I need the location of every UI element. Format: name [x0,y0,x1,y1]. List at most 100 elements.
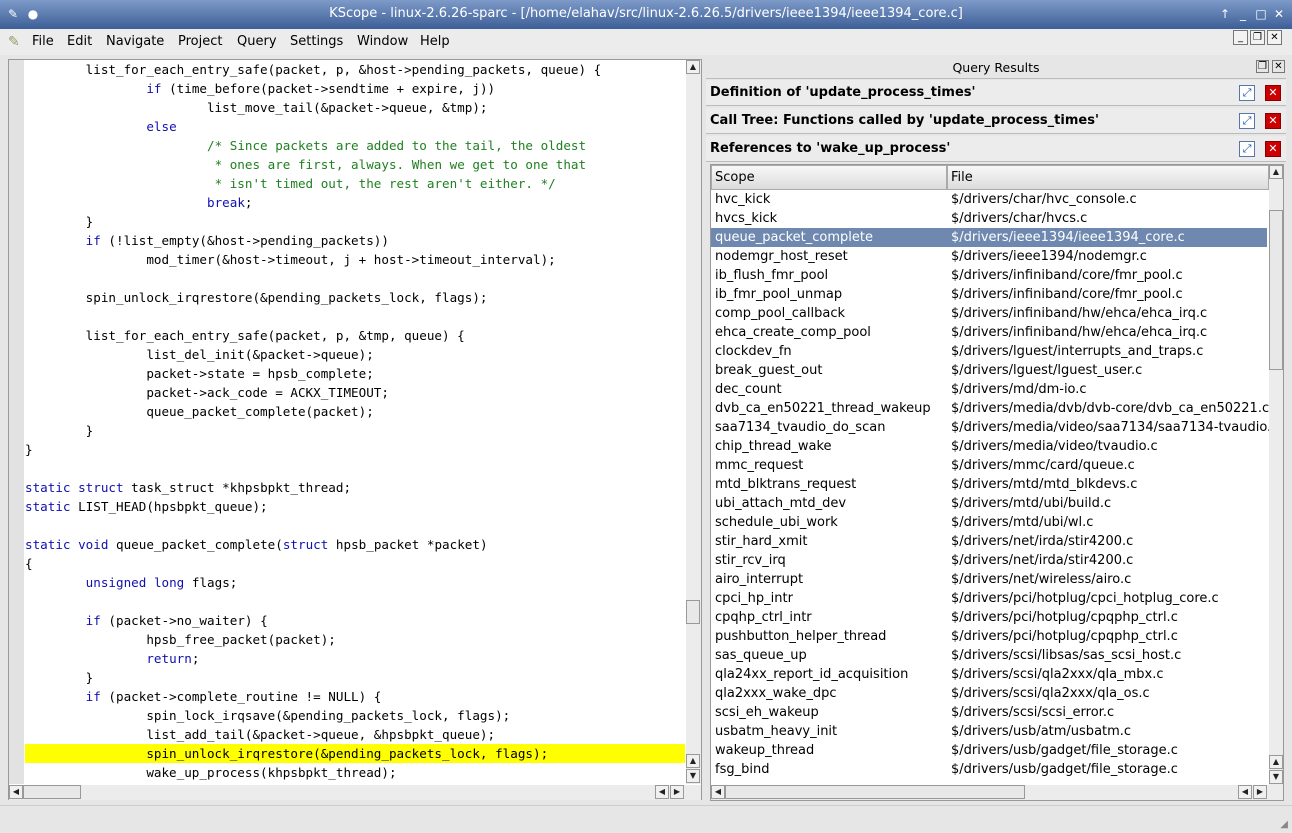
maximize-icon[interactable]: ⤢ [1239,113,1255,129]
code-line[interactable]: break; [25,193,685,212]
table-row[interactable]: comp_pool_callback $/drivers/infiniband/h… [711,304,1267,323]
mdi-close-icon[interactable]: ✕ [1267,30,1282,45]
table-row[interactable]: mmc_request $/drivers/mmc/card/queue.c [711,456,1267,475]
query-panel-references[interactable]: References to 'wake_up_process' ⤢ ✕ [706,136,1286,162]
resize-grip-icon[interactable]: ◢ [1280,819,1288,830]
mdi-minimize-icon[interactable]: _ [1233,30,1248,45]
editor-vscroll-thumb[interactable] [686,600,700,624]
code-line[interactable]: } [25,421,685,440]
code-line[interactable]: list_for_each_entry_safe(packet, p, &hos… [25,60,685,79]
menu-navigate[interactable]: Navigate [106,34,164,49]
code-line[interactable]: hpsb_free_packet(packet); [25,630,685,649]
scroll-up-icon[interactable]: ▲ [1269,755,1283,769]
table-row[interactable]: schedule_ubi_work $/drivers/mtd/ubi/wl.c [711,513,1267,532]
code-line[interactable]: else [25,117,685,136]
table-row[interactable]: dvb_ca_en50221_thread_wakeup $/drivers/me… [711,399,1269,418]
table-row[interactable]: queue_packet_complete $/drivers/ieee1394/… [711,228,1267,247]
code-line[interactable]: list_move_tail(&packet->queue, &tmp); [25,98,685,117]
table-row[interactable]: ehca_create_comp_pool $/drivers/infiniban… [711,323,1267,342]
menu-help[interactable]: Help [420,34,450,49]
table-row[interactable]: stir_rcv_irq $/drivers/net/irda/stir4200.… [711,551,1267,570]
code-line[interactable]: spin_unlock_irqrestore(&pending_packets_… [25,288,685,307]
close-icon[interactable]: ✕ [1265,85,1281,101]
table-row[interactable]: qla2xxx_wake_dpc $/drivers/scsi/qla2xxx/q… [711,684,1267,703]
code-line[interactable]: { [25,554,685,573]
results-vscroll-thumb[interactable] [1269,210,1283,370]
code-line[interactable]: packet->ack_code = ACKX_TIMEOUT; [25,383,685,402]
table-row[interactable]: mtd_blktrans_request $/drivers/mtd/mtd_bl… [711,475,1267,494]
minimize-icon[interactable]: _ [1236,7,1250,21]
close-icon[interactable]: ✕ [1265,113,1281,129]
column-header-file[interactable]: File [947,165,1269,190]
table-row[interactable]: saa7134_tvaudio_do_scan $/drivers/media/v… [711,418,1278,437]
scroll-up-icon[interactable]: ▲ [686,60,700,74]
code-line[interactable]: if (packet->complete_routine != NULL) { [25,687,685,706]
code-line[interactable]: * ones are first, always. When we get to… [25,155,685,174]
editor-hscroll-thumb[interactable] [23,785,81,799]
code-line[interactable]: wake_up_process(khpsbpkt_thread); [25,763,685,782]
code-editor[interactable]: list_for_each_entry_safe(packet, p, &hos… [8,59,702,800]
scroll-down-icon[interactable]: ▼ [1269,770,1283,784]
close-icon[interactable]: ✕ [1265,141,1281,157]
code-line[interactable]: list_for_each_entry_safe(packet, p, &tmp… [25,326,685,345]
table-row[interactable]: stir_hard_xmit $/drivers/net/irda/stir420… [711,532,1267,551]
scroll-left-icon[interactable]: ◀ [9,785,23,799]
code-line[interactable] [25,269,685,288]
menu-window[interactable]: Window [357,34,408,49]
code-line[interactable]: packet->state = hpsb_complete; [25,364,685,383]
code-line[interactable]: if (!list_empty(&host->pending_packets)) [25,231,685,250]
results-vertical-scrollbar[interactable]: ▲ ▲ ▼ [1269,165,1283,785]
results-hscroll-thumb[interactable] [725,785,1025,799]
code-line[interactable]: static void queue_packet_complete(struct… [25,535,685,554]
code-line[interactable]: /* Since packets are added to the tail, … [25,136,685,155]
menu-edit[interactable]: Edit [67,34,92,49]
code-line[interactable]: * isn't timed out, the rest aren't eithe… [25,174,685,193]
code-line[interactable]: list_del_init(&packet->queue); [25,345,685,364]
results-horizontal-scrollbar[interactable]: ◀ ◀ ▶ [711,785,1283,800]
code-line[interactable]: spin_lock_irqsave(&pending_packets_lock,… [25,706,685,725]
close-pane-icon[interactable]: ✕ [1272,60,1285,73]
code-line[interactable] [25,459,685,478]
scroll-down-icon[interactable]: ▼ [686,769,700,783]
query-panel-definition[interactable]: Definition of 'update_process_times' ⤢ ✕ [706,80,1286,106]
scroll-up-icon[interactable]: ▲ [1269,165,1283,179]
code-lines[interactable]: list_for_each_entry_safe(packet, p, &hos… [25,60,685,784]
maximize-icon[interactable]: ⤢ [1239,85,1255,101]
menu-query[interactable]: Query [237,34,277,49]
code-line[interactable]: } [25,668,685,687]
table-row[interactable]: nodemgr_host_reset $/drivers/ieee1394/nod… [711,247,1267,266]
table-row[interactable]: hvcs_kick $/drivers/char/hvcs.c [711,209,1267,228]
scroll-left-icon[interactable]: ◀ [1238,785,1252,799]
scroll-left-icon[interactable]: ◀ [711,785,725,799]
code-line[interactable]: return; [25,649,685,668]
table-row[interactable]: airo_interrupt $/drivers/net/wireless/air… [711,570,1267,589]
table-row[interactable]: pushbutton_helper_thread $/drivers/pci/ho… [711,627,1267,646]
table-row[interactable]: wakeup_thread $/drivers/usb/gadget/file_s… [711,741,1267,760]
scroll-up-icon[interactable]: ▲ [686,754,700,768]
code-line[interactable]: } [25,212,685,231]
table-row[interactable]: dec_count $/drivers/md/dm-io.c [711,380,1267,399]
scroll-right-icon[interactable]: ▶ [1253,785,1267,799]
title-bar[interactable]: ✎ ● KScope - linux-2.6.26-sparc - [/home… [0,0,1292,29]
mdi-restore-icon[interactable]: ❐ [1250,30,1265,45]
table-row[interactable]: hvc_kick $/drivers/char/hvc_console.c [711,190,1267,209]
shade-up-icon[interactable]: ↑ [1218,7,1232,21]
scroll-left-icon[interactable]: ◀ [655,785,669,799]
code-line[interactable]: static LIST_HEAD(hpsbpkt_queue); [25,497,685,516]
undock-icon[interactable]: ❐ [1256,60,1269,73]
query-panel-call-tree[interactable]: Call Tree: Functions called by 'update_p… [706,108,1286,134]
code-line[interactable]: mod_timer(&host->timeout, j + host->time… [25,250,685,269]
close-icon[interactable]: ✕ [1272,7,1286,21]
table-row[interactable]: ubi_attach_mtd_dev $/drivers/mtd/ubi/buil… [711,494,1267,513]
code-line[interactable]: static struct task_struct *khpsbpkt_thre… [25,478,685,497]
table-row[interactable]: clockdev_fn $/drivers/lguest/interrupts_a… [711,342,1267,361]
highlighted-code-line[interactable]: spin_unlock_irqrestore(&pending_packets_… [25,744,685,763]
table-row[interactable]: fsg_bind $/drivers/usb/gadget/file_storag… [711,760,1267,779]
table-row[interactable]: qla24xx_report_id_acquisition $/drivers/s… [711,665,1267,684]
code-line[interactable] [25,516,685,535]
code-line[interactable] [25,307,685,326]
table-row[interactable]: ib_flush_fmr_pool $/drivers/infiniband/co… [711,266,1267,285]
maximize-icon[interactable]: ⤢ [1239,141,1255,157]
menu-project[interactable]: Project [178,34,222,49]
references-table[interactable]: Scope File hvc_kick $/drivers/char/hvc_co… [710,164,1284,801]
